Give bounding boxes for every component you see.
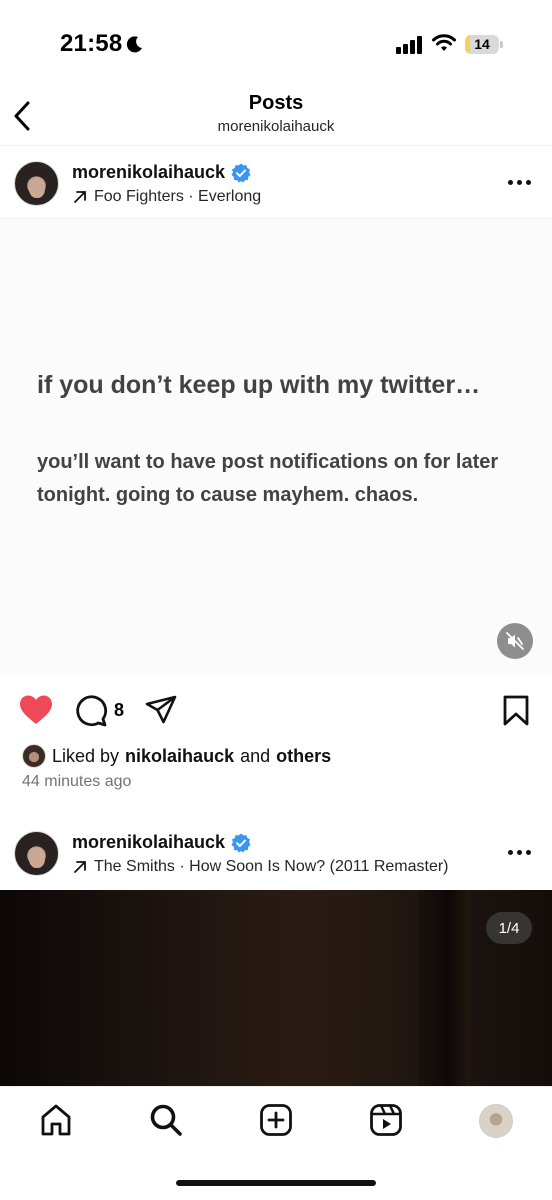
post-header: morenikolaihauck Foo Fighters · Everlong: [0, 148, 552, 220]
post-username[interactable]: morenikolaihauck: [72, 832, 225, 853]
post-body: you’ll want to have post notifications o…: [37, 451, 499, 506]
liked-by[interactable]: Liked by nikolaihauck and others: [22, 744, 331, 768]
wifi-icon: [432, 34, 456, 51]
profile-avatar[interactable]: [479, 1104, 513, 1138]
heart-icon[interactable]: [18, 694, 54, 726]
verified-badge-icon: [231, 163, 251, 182]
avatar[interactable]: [14, 831, 59, 876]
comment-icon[interactable]: [74, 694, 108, 728]
avatar[interactable]: [14, 161, 59, 206]
mute-button[interactable]: [497, 623, 533, 659]
post-header: morenikolaihauck The Smiths · How Soon I…: [0, 818, 552, 890]
create-icon[interactable]: [259, 1103, 293, 1137]
liked-user[interactable]: nikolaihauck: [125, 746, 234, 767]
arrow-up-right-icon: [74, 191, 86, 203]
post-photo[interactable]: [0, 890, 552, 1086]
more-options-icon[interactable]: [508, 176, 536, 188]
post-media[interactable]: if you don’t keep up with my twitter… yo…: [0, 218, 552, 676]
arrow-up-right-icon: [74, 861, 86, 873]
post-timestamp: 44 minutes ago: [22, 773, 132, 790]
more-options-icon[interactable]: [508, 846, 536, 858]
status-time: 21:58: [60, 30, 123, 57]
comment-count[interactable]: 8: [114, 700, 124, 721]
post-music[interactable]: The Smiths · How Soon Is Now? (2011 Rema…: [94, 858, 449, 876]
speaker-muted-icon: [506, 632, 524, 650]
home-icon[interactable]: [39, 1103, 73, 1137]
post-username[interactable]: morenikolaihauck: [72, 162, 225, 183]
share-icon[interactable]: [144, 694, 178, 726]
liked-prefix: Liked by: [52, 745, 120, 766]
post-music[interactable]: Foo Fighters · Everlong: [94, 188, 261, 206]
liked-and: and: [240, 745, 271, 766]
battery-icon: 14: [465, 35, 503, 54]
page-subtitle: morenikolaihauck: [217, 118, 335, 135]
liked-others[interactable]: others: [276, 746, 331, 767]
search-icon[interactable]: [149, 1103, 183, 1137]
liker-avatar: [22, 744, 46, 768]
status-bar: 21:58 14: [0, 0, 552, 90]
battery-level: 14: [474, 36, 490, 52]
post-headline: if you don’t keep up with my twitter…: [37, 371, 481, 399]
post-actions: 8: [0, 690, 552, 734]
reels-icon[interactable]: [369, 1103, 403, 1137]
carousel-page-indicator: 1/4: [486, 912, 532, 944]
moon-icon: [126, 36, 142, 53]
home-indicator: [176, 1180, 376, 1186]
cellular-signal-icon: [396, 36, 422, 54]
page-header: Posts morenikolaihauck: [0, 90, 552, 146]
page-title: Posts: [248, 92, 304, 114]
verified-badge-icon: [231, 833, 251, 852]
bookmark-icon[interactable]: [502, 695, 530, 727]
